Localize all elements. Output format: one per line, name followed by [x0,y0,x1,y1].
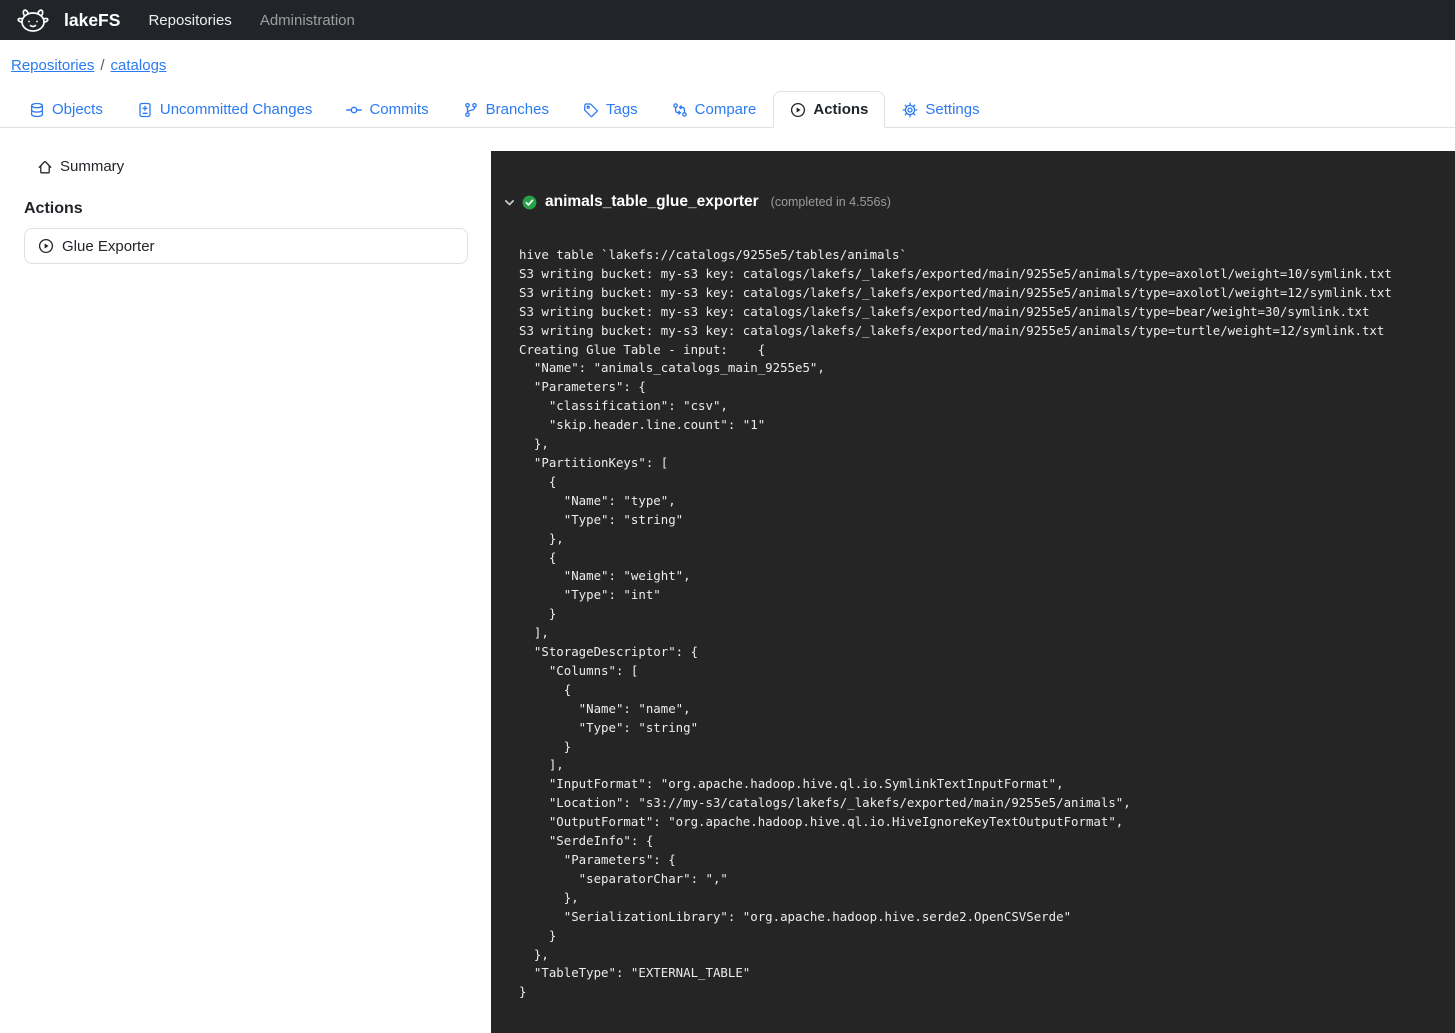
tab-actions[interactable]: Actions [773,91,885,128]
content-area: Summary Actions Glue Exporter [0,128,1455,1033]
play-circle-icon [38,238,54,254]
collapse-run-button[interactable] [503,196,516,209]
compare-icon [672,102,688,118]
breadcrumb-catalogs-link[interactable]: catalogs [111,57,167,74]
top-navbar: lakeFS Repositories Administration [0,0,1455,40]
tab-tags[interactable]: Tags [566,91,655,128]
tab-label: Tags [606,101,638,118]
tab-branches[interactable]: Branches [446,91,566,128]
summary-label: Summary [60,158,124,175]
branch-icon [463,102,479,118]
tab-compare[interactable]: Compare [655,91,774,128]
commit-icon [346,102,362,118]
breadcrumb-repositories-link[interactable]: Repositories [11,57,94,74]
success-check-icon [522,195,537,210]
action-item-label: Glue Exporter [62,238,155,255]
lakefs-brand[interactable]: lakeFS [12,6,120,34]
chevron-down-icon [503,196,516,209]
tab-label: Compare [695,101,757,118]
tab-label: Uncommitted Changes [160,101,313,118]
tab-label: Branches [486,101,549,118]
breadcrumb-separator: / [100,57,104,74]
action-item-glue-exporter[interactable]: Glue Exporter [24,228,468,264]
run-duration: (completed in 4.556s) [771,195,891,209]
tab-label: Actions [813,101,868,118]
run-header: animals_table_glue_exporter (completed i… [491,192,1455,212]
tab-label: Commits [369,101,428,118]
tag-icon [583,102,599,118]
tab-commits[interactable]: Commits [329,91,445,128]
tab-label: Objects [52,101,103,118]
brand-label: lakeFS [64,10,120,31]
tab-settings[interactable]: Settings [885,91,996,128]
tab-objects[interactable]: Objects [12,91,120,128]
action-run-panel: animals_table_glue_exporter (completed i… [491,151,1455,1033]
axolotl-logo-icon [12,6,54,34]
repository-tabbar: Objects Uncommitted Changes Commits [0,91,1455,128]
tab-label: Settings [925,101,979,118]
sidebar-item-summary[interactable]: Summary [0,158,491,175]
actions-section-title: Actions [24,200,491,218]
run-log-output: hive table `lakefs://catalogs/9255e5/tab… [491,246,1455,1002]
nav-administration[interactable]: Administration [246,12,369,29]
breadcrumb: Repositories / catalogs [0,40,1455,74]
house-icon [37,159,53,175]
nav-repositories[interactable]: Repositories [134,12,245,29]
tab-uncommitted-changes[interactable]: Uncommitted Changes [120,91,330,128]
actions-sidebar: Summary Actions Glue Exporter [0,128,491,1033]
database-icon [29,102,45,118]
play-circle-icon [790,102,806,118]
gear-icon [902,102,918,118]
run-title: animals_table_glue_exporter [545,193,759,211]
file-diff-icon [137,102,153,118]
